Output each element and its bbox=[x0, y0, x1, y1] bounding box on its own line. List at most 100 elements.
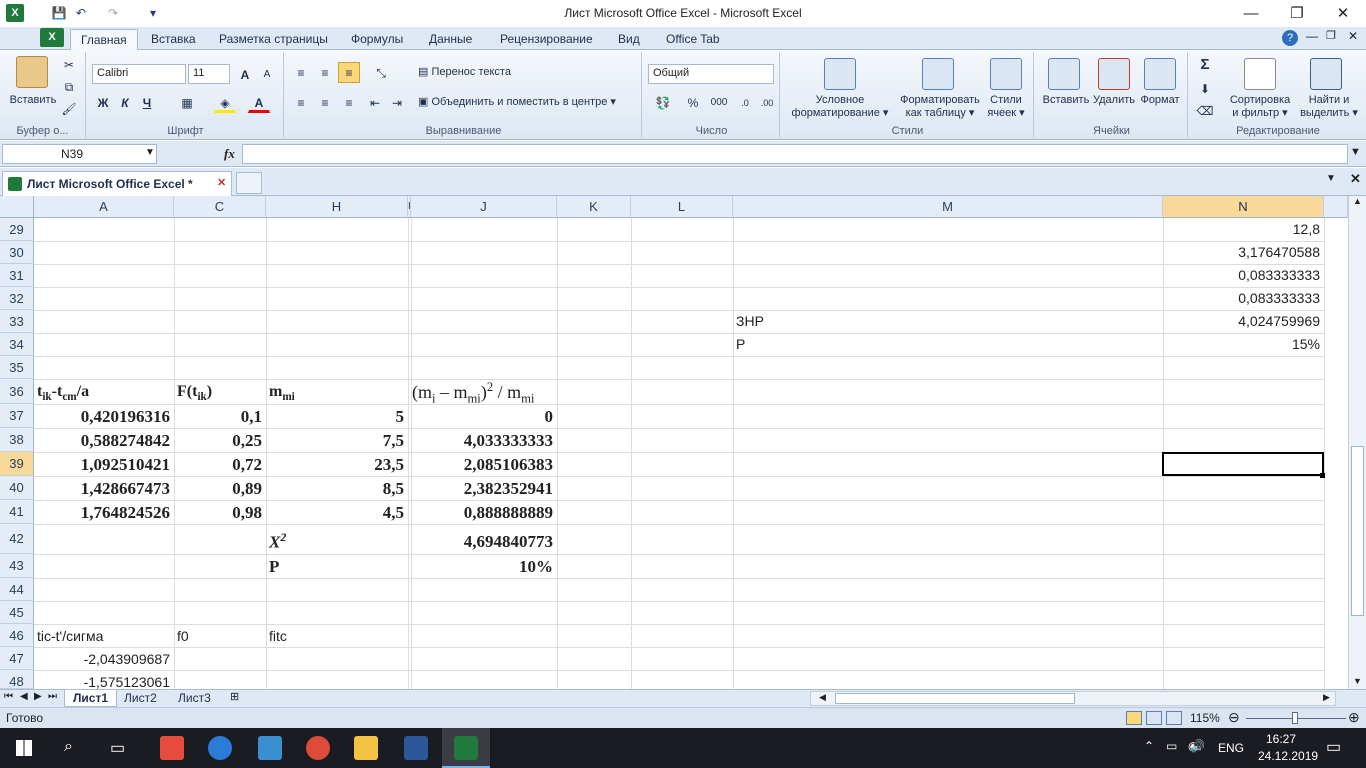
orientation-icon[interactable]: ⤡ bbox=[366, 62, 396, 83]
cell-n32[interactable]: 0,083333333 bbox=[1166, 290, 1320, 306]
column-header-a[interactable]: A bbox=[34, 196, 174, 218]
row-header[interactable]: 36 bbox=[0, 379, 34, 404]
delete-cells-icon[interactable] bbox=[1098, 58, 1130, 90]
conditional-format-icon[interactable] bbox=[824, 58, 856, 90]
cell-a39[interactable]: 1,092510421 bbox=[36, 455, 170, 475]
row-header[interactable]: 37 bbox=[0, 404, 34, 428]
scroll-up-icon[interactable]: ▲ bbox=[1353, 196, 1362, 206]
word-icon[interactable] bbox=[404, 736, 428, 760]
fx-icon[interactable]: fx bbox=[224, 146, 235, 162]
clock-time[interactable]: 16:27 bbox=[1266, 732, 1296, 746]
column-header-m[interactable]: M bbox=[733, 196, 1163, 218]
cell-a37[interactable]: 0,420196316 bbox=[36, 407, 170, 427]
app-photos-icon[interactable] bbox=[258, 736, 282, 760]
cell-h42[interactable]: X2 bbox=[269, 530, 286, 553]
tab-office-tab[interactable]: Office Tab bbox=[656, 29, 730, 50]
column-header-c[interactable]: C bbox=[174, 196, 266, 218]
merge-center-button[interactable]: ▣ Объединить и поместить в центре ▾ bbox=[418, 96, 638, 109]
row-header[interactable]: 48 bbox=[0, 670, 34, 689]
thousands-button[interactable]: 000 bbox=[706, 92, 732, 113]
cell-a48[interactable]: -1,575123061 bbox=[36, 674, 170, 689]
row-header[interactable]: 38 bbox=[0, 428, 34, 452]
tab-page-layout[interactable]: Разметка страницы bbox=[209, 29, 338, 50]
clock-date[interactable]: 24.12.2019 bbox=[1258, 749, 1318, 763]
insert-cells-button[interactable]: Вставить bbox=[1040, 94, 1092, 107]
tab-list-chevron-icon[interactable]: ▼ bbox=[1326, 173, 1336, 184]
fill-handle[interactable] bbox=[1320, 473, 1325, 478]
sort-filter-icon[interactable] bbox=[1244, 58, 1276, 90]
row-header[interactable]: 34 bbox=[0, 333, 34, 356]
tab-insert[interactable]: Вставка bbox=[141, 29, 206, 50]
number-format-dropdown[interactable]: Общий bbox=[648, 64, 774, 84]
language-indicator[interactable]: ENG bbox=[1218, 741, 1244, 755]
cell-j39[interactable]: 2,085106383 bbox=[413, 455, 553, 475]
fill-icon[interactable]: ⬇ bbox=[1194, 78, 1216, 99]
cell-styles-icon[interactable] bbox=[990, 58, 1022, 90]
row-header[interactable]: 33 bbox=[0, 310, 34, 333]
row-header[interactable]: 45 bbox=[0, 601, 34, 624]
row-header[interactable]: 47 bbox=[0, 647, 34, 670]
close-icon[interactable]: ✕ bbox=[217, 176, 226, 189]
chevron-down-icon[interactable]: ▼ bbox=[145, 147, 155, 158]
row-header[interactable]: 43 bbox=[0, 554, 34, 578]
cell-n33[interactable]: 4,024759969 bbox=[1166, 313, 1320, 329]
vertical-scroll-thumb[interactable] bbox=[1351, 446, 1364, 616]
font-color-icon[interactable]: A bbox=[248, 92, 270, 113]
cell-n29[interactable]: 12,8 bbox=[1166, 221, 1320, 237]
find-select-icon[interactable] bbox=[1310, 58, 1342, 90]
windows-start-icon[interactable] bbox=[16, 740, 32, 756]
prev-sheet-icon[interactable]: ◀ bbox=[20, 691, 28, 702]
column-header-j[interactable]: J bbox=[411, 196, 557, 218]
cell-a41[interactable]: 1,764824526 bbox=[36, 503, 170, 523]
align-top-icon[interactable]: ≡ bbox=[290, 62, 312, 83]
active-cell-n39[interactable] bbox=[1162, 452, 1324, 476]
cell-j38[interactable]: 4,033333333 bbox=[413, 431, 553, 451]
cut-icon[interactable]: ✂ bbox=[58, 54, 80, 75]
clear-icon[interactable]: ⌫ bbox=[1194, 100, 1216, 121]
sheet-tab-1[interactable]: Лист1 bbox=[64, 690, 118, 707]
cell-h40[interactable]: 8,5 bbox=[268, 479, 404, 499]
column-header-n[interactable]: N bbox=[1163, 196, 1324, 218]
next-sheet-icon[interactable]: ▶ bbox=[34, 691, 42, 702]
ribbon-minimize-icon[interactable]: — bbox=[1306, 29, 1318, 43]
cell-styles-button[interactable]: Стили ячеек ▾ bbox=[982, 94, 1030, 120]
fill-color-icon[interactable]: ◈ bbox=[214, 92, 236, 113]
zoom-thumb[interactable] bbox=[1292, 712, 1298, 724]
row-header[interactable]: 32 bbox=[0, 287, 34, 310]
row-header[interactable]: 40 bbox=[0, 476, 34, 500]
column-header-l[interactable]: L bbox=[631, 196, 733, 218]
zoom-out-icon[interactable]: ⊖ bbox=[1228, 709, 1240, 726]
align-center-icon[interactable]: ≡ bbox=[314, 92, 336, 113]
cell-j43[interactable]: 10% bbox=[413, 557, 553, 577]
scroll-left-icon[interactable]: ◀ bbox=[819, 692, 826, 703]
select-all-corner[interactable] bbox=[0, 196, 34, 218]
page-break-view-icon[interactable] bbox=[1166, 711, 1182, 725]
tab-formulas[interactable]: Формулы bbox=[341, 29, 413, 50]
tab-review[interactable]: Рецензирование bbox=[490, 29, 603, 50]
expand-formula-icon[interactable]: ▼ bbox=[1350, 146, 1361, 158]
cell-a46[interactable]: tic-t'/сигма bbox=[37, 628, 103, 644]
decrease-indent-icon[interactable]: ⇤ bbox=[364, 92, 386, 113]
align-middle-icon[interactable]: ≡ bbox=[314, 62, 336, 83]
increase-indent-icon[interactable]: ⇥ bbox=[386, 92, 408, 113]
cell-h43[interactable]: P bbox=[269, 557, 279, 577]
align-bottom-icon[interactable]: ≡ bbox=[338, 62, 360, 83]
column-header-h[interactable]: H bbox=[266, 196, 408, 218]
horizontal-scrollbar[interactable]: ◀ ▶ bbox=[810, 691, 1336, 706]
cell-n34[interactable]: 15% bbox=[1166, 336, 1320, 352]
formula-input[interactable] bbox=[242, 144, 1348, 164]
file-menu-button[interactable]: X bbox=[40, 28, 64, 47]
cell-n31[interactable]: 0,083333333 bbox=[1166, 267, 1320, 283]
zoom-level[interactable]: 115% bbox=[1190, 711, 1220, 725]
scroll-right-icon[interactable]: ▶ bbox=[1323, 692, 1330, 703]
find-select-button[interactable]: Найти и выделить ▾ bbox=[1296, 94, 1362, 120]
column-header-k[interactable]: K bbox=[557, 196, 631, 218]
row-header[interactable]: 42 bbox=[0, 524, 34, 554]
conditional-format-button[interactable]: Условное форматирование ▾ bbox=[786, 94, 894, 120]
format-as-table-button[interactable]: Форматировать как таблицу ▾ bbox=[892, 94, 988, 120]
cell-h38[interactable]: 7,5 bbox=[268, 431, 404, 451]
cell-n30[interactable]: 3,176470588 bbox=[1166, 244, 1320, 260]
cell-a36[interactable]: tik-tcm/a bbox=[37, 383, 89, 403]
cell-c41[interactable]: 0,98 bbox=[176, 503, 262, 523]
paste-button[interactable]: Вставить bbox=[4, 94, 62, 107]
